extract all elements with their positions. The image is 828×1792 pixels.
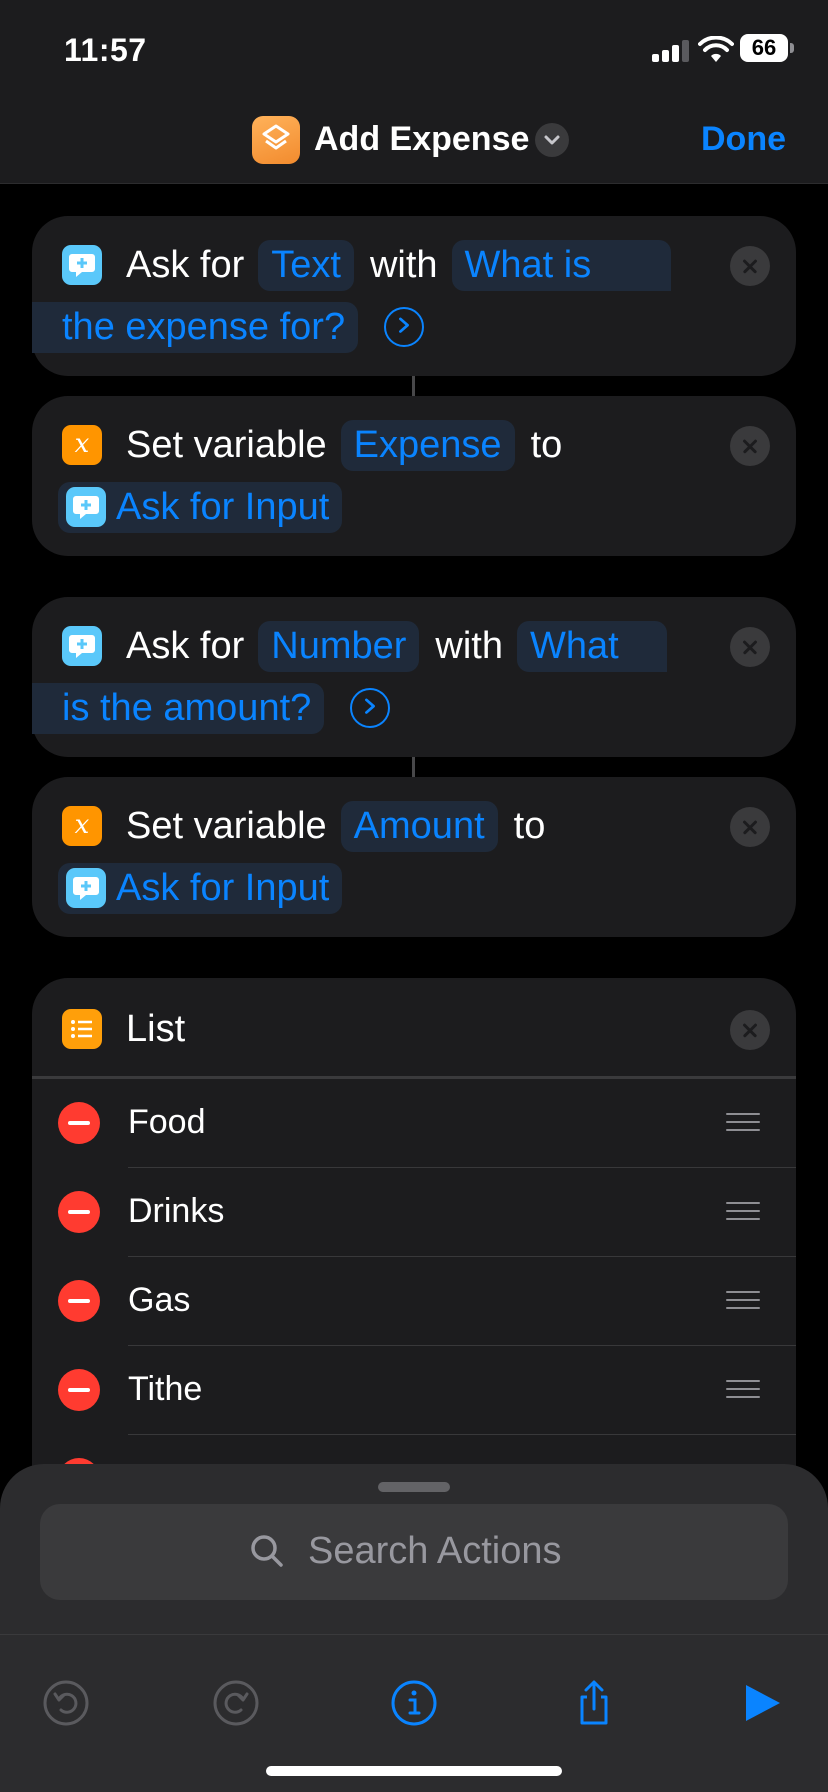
- list-title: List: [126, 1007, 186, 1050]
- show-more-button[interactable]: [350, 688, 391, 728]
- show-more-button[interactable]: [384, 307, 425, 347]
- reorder-handle-icon[interactable]: [726, 1291, 760, 1309]
- action-set-variable-amount[interactable]: x Set variable Amount to Ask for Input: [32, 777, 796, 937]
- undo-icon[interactable]: [42, 1679, 90, 1727]
- shortcut-title[interactable]: Add Expense: [314, 120, 529, 159]
- action-connector: to: [513, 804, 546, 847]
- variable-icon: x: [62, 425, 102, 465]
- input-type-token[interactable]: Text: [258, 239, 354, 291]
- battery-nub: [790, 43, 794, 53]
- search-icon: [251, 1535, 283, 1567]
- shortcut-app-icon[interactable]: [252, 116, 300, 164]
- search-placeholder: Search Actions: [308, 1530, 562, 1572]
- list-icon: [62, 1009, 102, 1049]
- share-icon[interactable]: [570, 1679, 618, 1727]
- sheet-grabber[interactable]: [378, 1482, 450, 1492]
- prompt-token-line1[interactable]: What is: [451, 239, 672, 291]
- cellular-signal-icon: [652, 40, 692, 62]
- variable-name-token[interactable]: Expense: [340, 419, 515, 471]
- home-indicator: [266, 1766, 562, 1776]
- ask-for-input-icon: [66, 487, 106, 527]
- action-set-variable-expense[interactable]: x Set variable Expense to Ask for Input: [32, 396, 796, 556]
- action-list[interactable]: List Food Drinks Gas Tithe: [32, 978, 796, 1500]
- list-item-label[interactable]: Drinks: [128, 1192, 224, 1231]
- action-connector-line: [412, 376, 415, 396]
- delete-item-button[interactable]: [58, 1280, 100, 1322]
- list-item[interactable]: Food: [32, 1079, 796, 1168]
- title-menu-button[interactable]: [535, 123, 569, 157]
- prompt-token-line1[interactable]: What: [516, 620, 667, 672]
- action-connector: with: [435, 624, 503, 667]
- list-item[interactable]: Gas: [32, 1257, 796, 1346]
- reorder-handle-icon[interactable]: [726, 1380, 760, 1398]
- chevron-right-icon: [365, 698, 376, 714]
- search-actions-field[interactable]: Search Actions: [40, 1504, 788, 1600]
- action-ask-for-input-number[interactable]: Ask for Number with What is the amount?: [32, 597, 796, 757]
- remove-action-button[interactable]: [730, 426, 770, 466]
- list-item-label[interactable]: Gas: [128, 1281, 190, 1320]
- delete-item-button[interactable]: [58, 1191, 100, 1233]
- ask-for-input-icon: [66, 868, 106, 908]
- remove-action-button[interactable]: [730, 807, 770, 847]
- ask-for-input-icon: [62, 245, 102, 285]
- list-item[interactable]: Tithe: [32, 1346, 796, 1435]
- done-button[interactable]: Done: [701, 120, 786, 159]
- remove-action-button[interactable]: [730, 627, 770, 667]
- chevron-right-icon: [399, 317, 410, 333]
- nav-bar: Add Expense Done: [0, 92, 828, 184]
- variable-value-label: Ask for Input: [116, 866, 330, 909]
- play-icon[interactable]: [738, 1679, 786, 1727]
- action-connector: to: [530, 423, 563, 466]
- action-prefix: Set variable: [126, 423, 327, 466]
- reorder-handle-icon[interactable]: [726, 1113, 760, 1131]
- delete-item-button[interactable]: [58, 1102, 100, 1144]
- list-item-label[interactable]: Food: [128, 1103, 206, 1142]
- variable-value-token[interactable]: Ask for Input: [58, 481, 343, 533]
- wifi-icon: [698, 36, 734, 62]
- status-time: 11:57: [64, 32, 147, 68]
- action-connector-line: [412, 757, 415, 777]
- chevron-down-icon: [544, 135, 560, 145]
- list-item-label[interactable]: Tithe: [128, 1370, 202, 1409]
- action-prefix: Set variable: [126, 804, 327, 847]
- battery-icon: 66: [740, 34, 788, 62]
- variable-name-token[interactable]: Amount: [340, 800, 498, 852]
- action-prefix: Ask for: [126, 624, 245, 667]
- prompt-token-line2[interactable]: is the amount?: [32, 682, 325, 734]
- prompt-token-line2[interactable]: the expense for?: [32, 301, 359, 353]
- delete-item-button[interactable]: [58, 1369, 100, 1411]
- list-item[interactable]: Drinks: [32, 1168, 796, 1257]
- status-bar: 11:57 66: [0, 0, 828, 92]
- ask-for-input-icon: [62, 626, 102, 666]
- reorder-handle-icon[interactable]: [726, 1202, 760, 1220]
- layers-icon: [262, 124, 290, 150]
- variable-icon: x: [62, 806, 102, 846]
- variable-value-label: Ask for Input: [116, 485, 330, 528]
- action-connector: with: [369, 243, 438, 286]
- actions-sheet: Search Actions: [0, 1464, 828, 1634]
- variable-value-token[interactable]: Ask for Input: [58, 862, 343, 914]
- info-icon[interactable]: [390, 1679, 438, 1727]
- remove-action-button[interactable]: [730, 246, 770, 286]
- action-prefix: Ask for: [126, 243, 245, 286]
- action-ask-for-input-text[interactable]: Ask for Text with What is the expense fo…: [32, 216, 796, 376]
- input-type-token[interactable]: Number: [258, 620, 420, 672]
- redo-icon[interactable]: [212, 1679, 260, 1727]
- remove-action-button[interactable]: [730, 1010, 770, 1050]
